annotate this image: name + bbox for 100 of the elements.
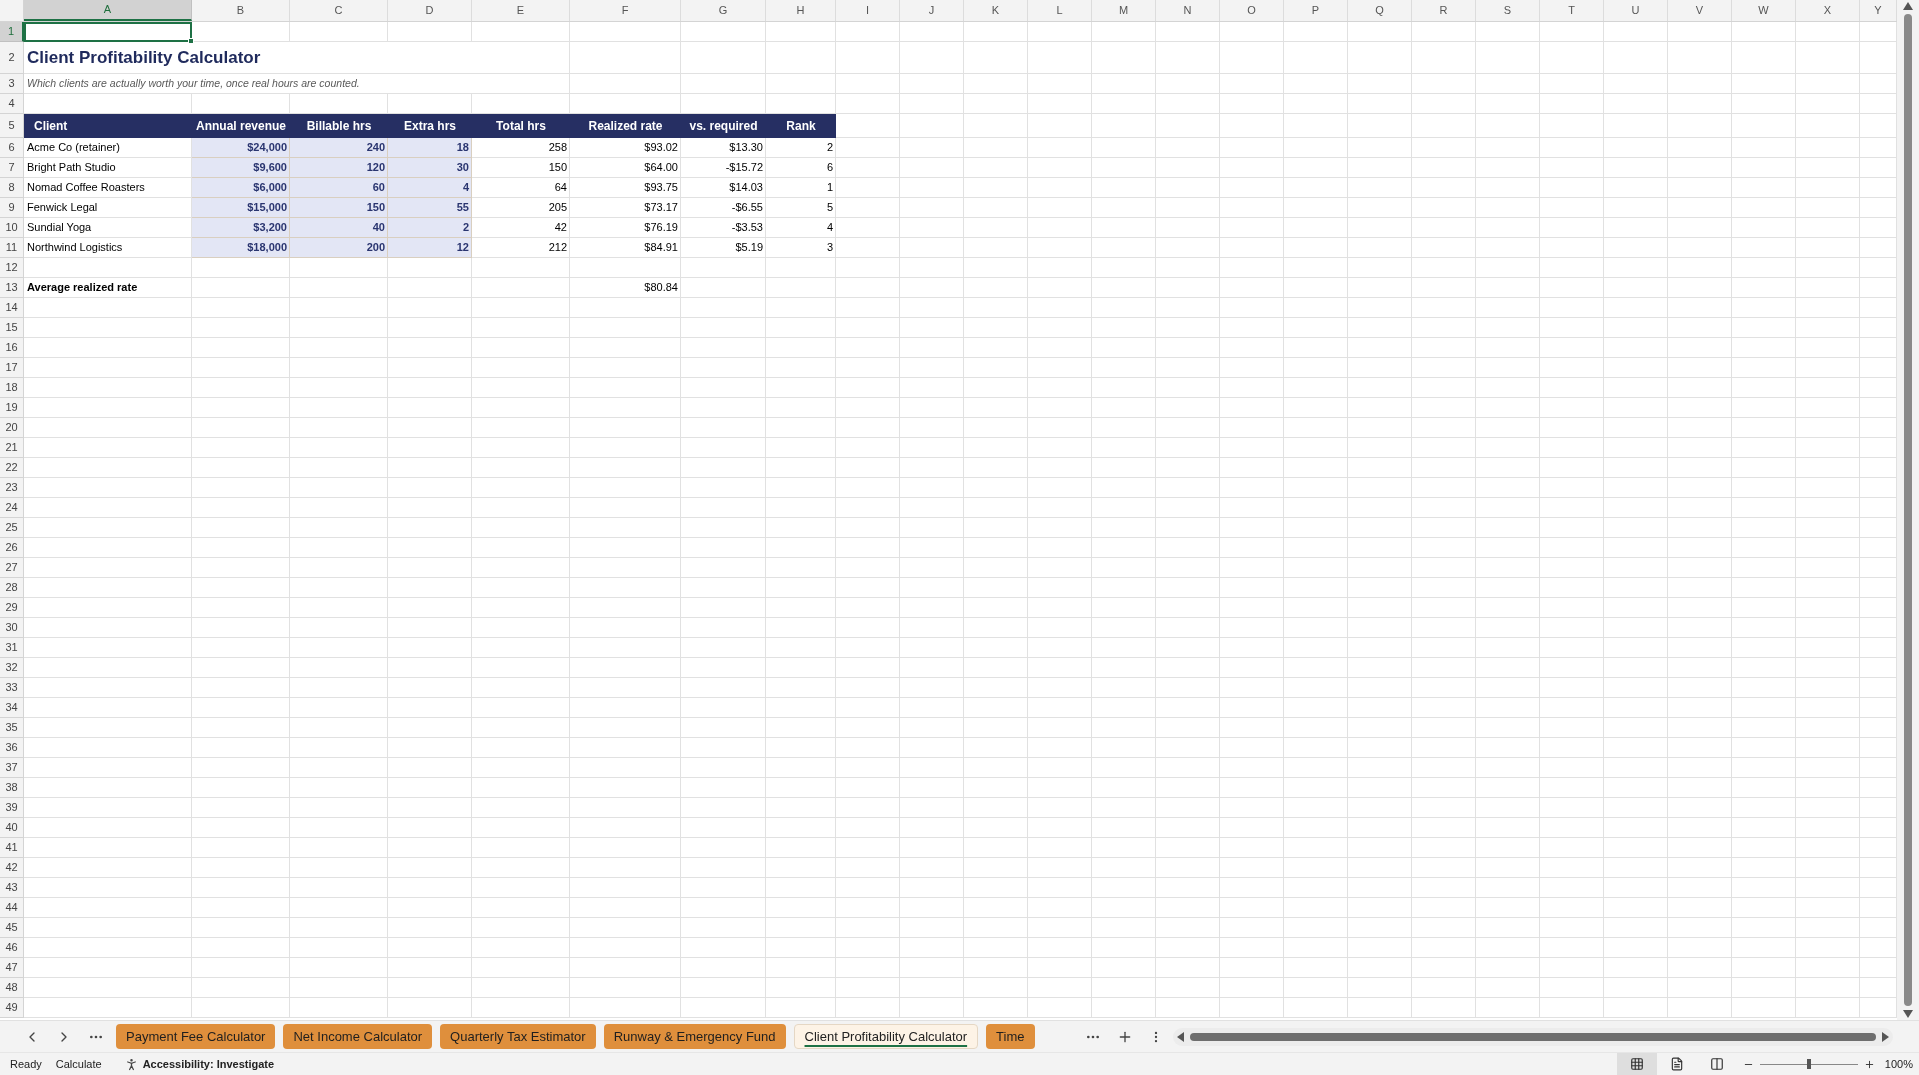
column-header[interactable]: A xyxy=(24,0,192,21)
row-header[interactable]: 28 xyxy=(0,578,24,598)
row-header[interactable]: 30 xyxy=(0,618,24,638)
row-header[interactable]: 41 xyxy=(0,838,24,858)
table-cell: 12 xyxy=(388,238,472,258)
row-header[interactable]: 6 xyxy=(0,138,24,158)
zoom-level[interactable]: 100% xyxy=(1884,1055,1913,1073)
column-header[interactable]: L xyxy=(1028,0,1092,21)
row-header[interactable]: 4 xyxy=(0,94,24,114)
column-header[interactable]: V xyxy=(1668,0,1732,21)
row-header[interactable]: 48 xyxy=(0,978,24,998)
table-cell: 64 xyxy=(472,178,570,198)
row-header[interactable]: 19 xyxy=(0,398,24,418)
column-header[interactable]: O xyxy=(1220,0,1284,21)
row-header[interactable]: 40 xyxy=(0,818,24,838)
table-cell: 4 xyxy=(766,218,836,238)
row-header[interactable]: 7 xyxy=(0,158,24,178)
column-header[interactable]: R xyxy=(1412,0,1476,21)
column-header[interactable]: C xyxy=(290,0,388,21)
row-header[interactable]: 32 xyxy=(0,658,24,678)
row-header[interactable]: 10 xyxy=(0,218,24,238)
row-header[interactable]: 16 xyxy=(0,338,24,358)
sheet-tab[interactable]: Client Profitability Calculator xyxy=(793,1024,979,1049)
table-cell: $73.17 xyxy=(570,198,681,218)
column-header[interactable]: T xyxy=(1540,0,1604,21)
column-header[interactable]: I xyxy=(836,0,900,21)
row-header[interactable]: 1 xyxy=(0,22,24,42)
column-header[interactable]: E xyxy=(472,0,570,21)
column-heading: Client xyxy=(24,114,192,138)
row-header[interactable]: 35 xyxy=(0,718,24,738)
column-header[interactable]: W xyxy=(1732,0,1796,21)
table-cell: Average realized rate xyxy=(24,278,192,298)
row-header[interactable]: 39 xyxy=(0,798,24,818)
table-cell: 1 xyxy=(766,178,836,198)
row-header[interactable]: 31 xyxy=(0,638,24,658)
row-header[interactable]: 14 xyxy=(0,298,24,318)
column-header[interactable]: B xyxy=(192,0,290,21)
row-header[interactable]: 5 xyxy=(0,114,24,138)
row-header[interactable]: 47 xyxy=(0,958,24,978)
row-header[interactable]: 11 xyxy=(0,238,24,258)
row-header[interactable]: 2 xyxy=(0,42,24,74)
column-header[interactable]: F xyxy=(570,0,681,21)
column-header[interactable]: K xyxy=(964,0,1028,21)
row-header[interactable]: 3 xyxy=(0,74,24,94)
row-header[interactable]: 29 xyxy=(0,598,24,618)
row-header[interactable]: 43 xyxy=(0,878,24,898)
row-header[interactable]: 21 xyxy=(0,438,24,458)
row-header[interactable]: 23 xyxy=(0,478,24,498)
column-header[interactable]: D xyxy=(388,0,472,21)
row-header[interactable]: 37 xyxy=(0,758,24,778)
table-cell: 212 xyxy=(472,238,570,258)
row-header[interactable]: 22 xyxy=(0,458,24,478)
table-cell: $93.75 xyxy=(570,178,681,198)
column-header[interactable]: H xyxy=(766,0,836,21)
column-heading: Billable hrs xyxy=(290,114,388,138)
sheet-tab[interactable]: Quarterly Tax Estimator xyxy=(440,1024,596,1049)
row-header[interactable]: 15 xyxy=(0,318,24,338)
table-cell: 205 xyxy=(472,198,570,218)
column-header[interactable]: S xyxy=(1476,0,1540,21)
row-header[interactable]: 17 xyxy=(0,358,24,378)
row-header[interactable]: 18 xyxy=(0,378,24,398)
column-header[interactable]: N xyxy=(1156,0,1220,21)
row-header[interactable]: 34 xyxy=(0,698,24,718)
table-cell: -$3.53 xyxy=(681,218,766,238)
column-header[interactable]: P xyxy=(1284,0,1348,21)
row-header[interactable]: 42 xyxy=(0,858,24,878)
row-header[interactable]: 46 xyxy=(0,938,24,958)
row-header[interactable]: 27 xyxy=(0,558,24,578)
row-header[interactable]: 9 xyxy=(0,198,24,218)
table-cell: 18 xyxy=(388,138,472,158)
row-header[interactable]: 49 xyxy=(0,998,24,1018)
row-header[interactable]: 26 xyxy=(0,538,24,558)
row-header[interactable]: 8 xyxy=(0,178,24,198)
column-header[interactable]: Q xyxy=(1348,0,1412,21)
table-cell: Northwind Logistics xyxy=(24,238,192,258)
status-text: Calculate xyxy=(55,1056,102,1072)
column-header[interactable]: J xyxy=(900,0,964,21)
column-header[interactable]: M xyxy=(1092,0,1156,21)
row-header[interactable]: 20 xyxy=(0,418,24,438)
accessibility-status[interactable]: Accessibility: Investigate xyxy=(142,1055,275,1073)
table-cell: $15,000 xyxy=(192,198,290,218)
row-header[interactable]: 44 xyxy=(0,898,24,918)
sheet-tab[interactable]: Time xyxy=(986,1024,1035,1049)
table-cell: $93.02 xyxy=(570,138,681,158)
row-header[interactable]: 13 xyxy=(0,278,24,298)
column-header[interactable]: G xyxy=(681,0,766,21)
column-heading: Annual revenue xyxy=(192,114,290,138)
sheet-tab[interactable]: Runway & Emergency Fund xyxy=(603,1024,786,1049)
row-header[interactable]: 12 xyxy=(0,258,24,278)
row-header[interactable]: 45 xyxy=(0,918,24,938)
row-header[interactable]: 36 xyxy=(0,738,24,758)
row-header[interactable]: 38 xyxy=(0,778,24,798)
sheet-tab[interactable]: Payment Fee Calculator xyxy=(116,1024,276,1049)
column-header[interactable]: U xyxy=(1604,0,1668,21)
row-header[interactable]: 25 xyxy=(0,518,24,538)
row-header[interactable]: 24 xyxy=(0,498,24,518)
table-cell: $9,600 xyxy=(192,158,290,178)
row-header[interactable]: 33 xyxy=(0,678,24,698)
column-header[interactable]: X xyxy=(1796,0,1860,21)
sheet-tab[interactable]: Net Income Calculator xyxy=(283,1024,433,1049)
